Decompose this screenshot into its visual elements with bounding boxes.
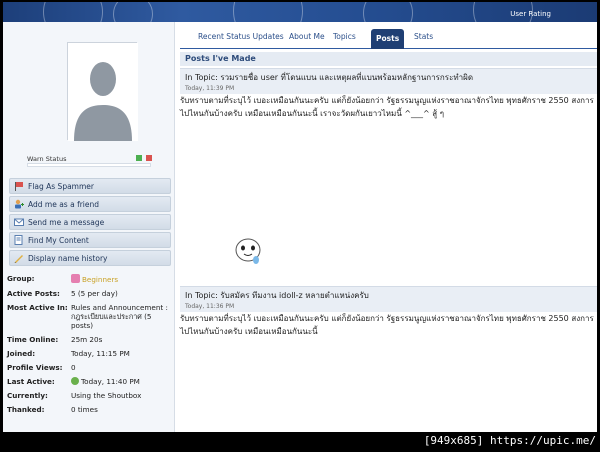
post-header: In Topic: รวมรายชื่อ user ที่โดนแบน และเ…	[180, 68, 597, 94]
tab-posts[interactable]: Posts	[371, 29, 405, 49]
profile-info: Group: Beginners Active Posts: 5 (5 per …	[7, 274, 173, 419]
info-row-active-posts: Active Posts: 5 (5 per day)	[7, 289, 118, 298]
post-line: แต่ก็ยังน้อยกว่า รัฐธรรมนูญแห่งราชอาณาจั…	[331, 96, 569, 105]
tab-about-me[interactable]: About Me	[289, 32, 325, 41]
profile-sidebar: Warn Status Flag As Spammer Add me as a …	[3, 22, 175, 432]
post-time: Today, 11:39 PM	[185, 85, 235, 92]
search-content-icon	[14, 235, 24, 245]
post-line: เหมือนเหมือนกันนะนี้	[244, 109, 318, 118]
profile-actions: Flag As Spammer Add me as a friend Send …	[9, 178, 171, 268]
user-rating-label: User Rating	[510, 10, 551, 18]
post-line: เบอะเหมือนกันนะครับ	[253, 96, 329, 105]
post-line: เบอะเหมือนกันนะครับ	[253, 314, 329, 323]
warn-decrease-icon[interactable]	[136, 155, 142, 161]
most-active-link[interactable]: Rules and Announcement : กฎระเบียบและประ…	[71, 303, 173, 330]
info-row-thanked: Thanked: 0 times	[7, 405, 98, 414]
profile-tabs: Recent Status Updates About Me Topics Po…	[180, 27, 597, 49]
info-row-group: Group: Beginners	[7, 274, 119, 284]
post-line: แต่ก็ยังน้อยกว่า รัฐธรรมนูญแห่งราชอาณาจั…	[331, 314, 569, 323]
profile-main: Recent Status Updates About Me Topics Po…	[180, 22, 597, 432]
group-icon	[71, 274, 80, 283]
tab-topics[interactable]: Topics	[333, 32, 356, 41]
post-topic-link[interactable]: In Topic: รับสมัคร ทีมงาน idoll-z หลายตำ…	[185, 289, 592, 302]
add-friend-button[interactable]: Add me as a friend	[9, 196, 171, 212]
avatar	[67, 42, 138, 141]
info-row-most-active: Most Active In: Rules and Announcement :…	[7, 303, 173, 330]
image-watermark: [949x685] https://upic.me/	[423, 434, 596, 447]
tab-stats[interactable]: Stats	[414, 32, 433, 41]
post-line: รับทราบตามที่ระบุไว้	[180, 314, 251, 323]
group-value[interactable]: Beginners	[82, 275, 118, 284]
flag-spammer-button[interactable]: Flag As Spammer	[9, 178, 171, 194]
info-row-joined: Joined: Today, 11:15 PM	[7, 349, 130, 358]
info-row-time-online: Time Online: 25m 20s	[7, 335, 103, 344]
info-row-last-active: Last Active: Today, 11:40 PM	[7, 377, 140, 386]
default-avatar-icon	[68, 43, 138, 141]
post-topic-link[interactable]: In Topic: รวมรายชื่อ user ที่โดนแบน และเ…	[185, 71, 592, 84]
add-friend-icon	[14, 199, 24, 209]
post-item: In Topic: รับสมัคร ทีมงาน idoll-z หลายตำ…	[180, 286, 597, 432]
message-icon	[14, 217, 24, 227]
online-status-icon	[71, 377, 79, 385]
info-row-profile-views: Profile Views: 0	[7, 363, 76, 372]
warn-status-label: Warn Status	[27, 155, 67, 163]
add-friend-label: Add me as a friend	[28, 199, 100, 209]
post-header: In Topic: รับสมัคร ทีมงาน idoll-z หลายตำ…	[180, 286, 597, 312]
send-message-button[interactable]: Send me a message	[9, 214, 171, 230]
emoticon-icon	[235, 238, 261, 264]
find-content-label: Find My Content	[28, 235, 89, 245]
posts-section-title: Posts I've Made	[180, 52, 597, 66]
send-message-label: Send me a message	[28, 217, 105, 227]
post-line: เราจะวัดผกันเยาวไหมนี้	[320, 109, 402, 118]
name-history-button[interactable]: Display name history	[9, 250, 171, 266]
tab-recent-status[interactable]: Recent Status Updates	[198, 32, 284, 41]
history-icon	[14, 253, 24, 263]
post-line: เหมือนเหมือนกันนะนี้	[244, 327, 318, 336]
info-row-currently: Currently: Using the Shoutbox	[7, 391, 142, 400]
profile-page: Warn Status Flag As Spammer Add me as a …	[3, 22, 597, 432]
post-line: ^___^ สู้ ๆ	[404, 109, 444, 118]
name-history-label: Display name history	[28, 253, 108, 263]
flag-spammer-label: Flag As Spammer	[28, 181, 94, 191]
post-item: In Topic: รวมรายชื่อ user ที่โดนแบน และเ…	[180, 68, 597, 286]
warn-controls	[135, 154, 152, 163]
screenshot-frame: User Rating Warn Status Flag As Spammer …	[0, 0, 600, 452]
post-line: รับทราบตามที่ระบุไว้	[180, 96, 251, 105]
post-time: Today, 11:36 PM	[185, 303, 235, 310]
warn-level-bar	[27, 163, 151, 167]
find-content-button[interactable]: Find My Content	[9, 232, 171, 248]
site-banner: User Rating	[3, 2, 597, 22]
warn-increase-icon[interactable]	[145, 155, 152, 161]
flag-icon	[14, 181, 24, 191]
